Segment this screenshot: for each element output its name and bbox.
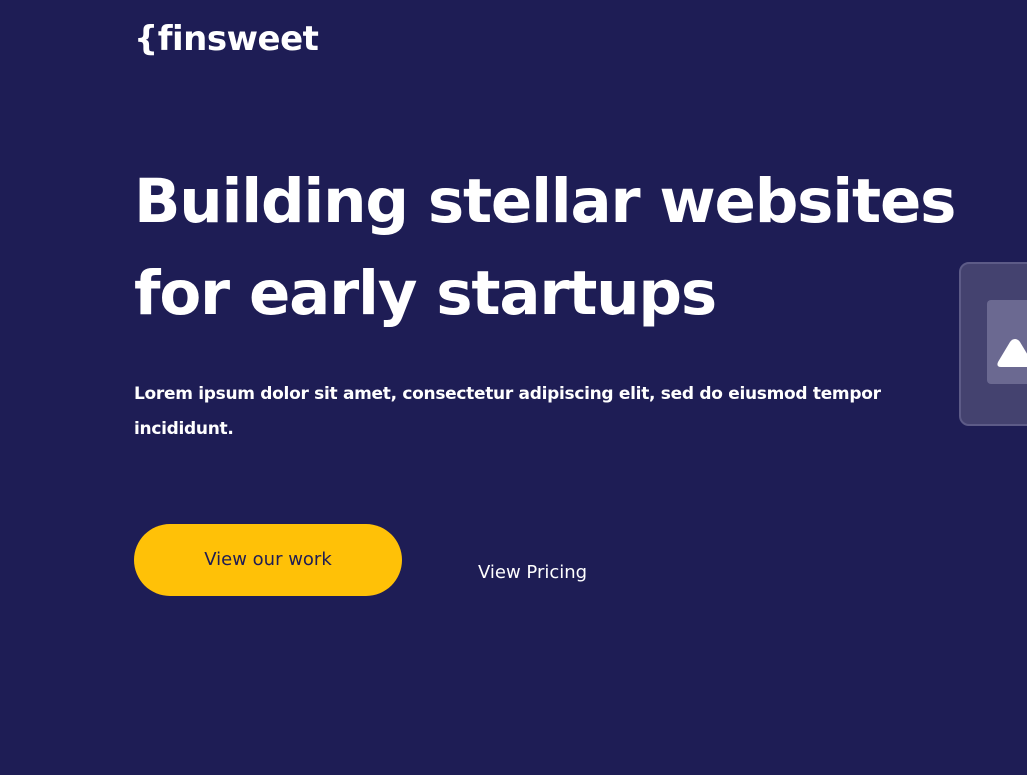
hero-heading: Building stellar websites for early star… — [134, 156, 956, 340]
site-logo[interactable]: {finsweet — [134, 18, 319, 60]
view-pricing-link[interactable]: View Pricing — [478, 560, 587, 586]
hero-subtext: Lorem ipsum dolor sit amet, consectetur … — [134, 384, 881, 439]
triangle-up-icon — [997, 339, 1027, 367]
view-our-work-button[interactable]: View our work — [134, 524, 402, 596]
side-widget[interactable] — [959, 262, 1027, 426]
side-widget-panel[interactable] — [987, 300, 1027, 384]
hero-heading-line-1: Building stellar websites — [134, 166, 956, 237]
hero-heading-line-2: for early startups — [134, 258, 717, 329]
